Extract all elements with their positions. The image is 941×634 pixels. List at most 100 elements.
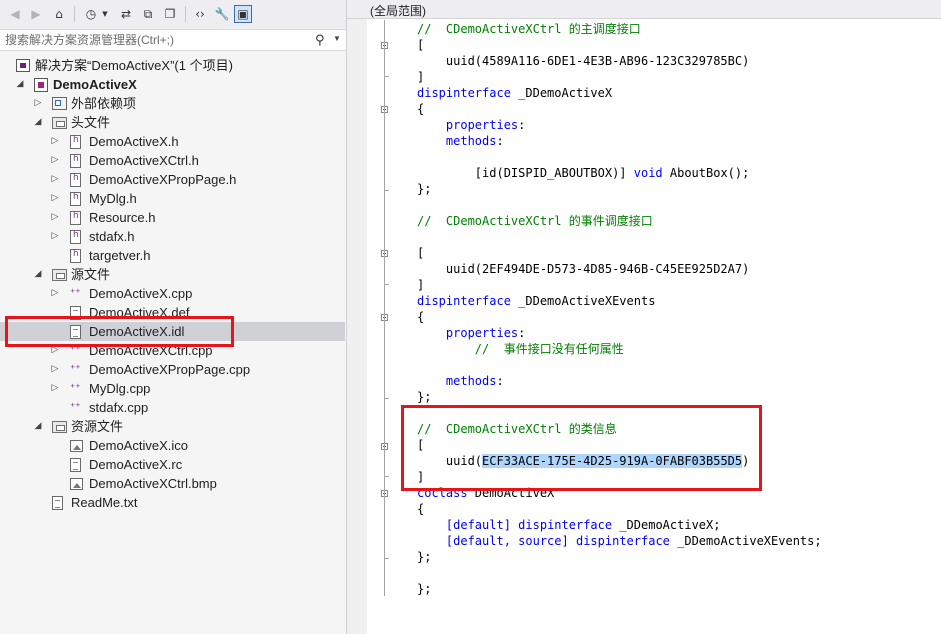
code-line[interactable]: [id(DISPID_ABOUTBOX)] void AboutBox(); (417, 165, 750, 181)
tree-item[interactable]: DemoActiveXCtrl.bmp (0, 474, 346, 493)
code-text: }; (417, 182, 432, 196)
code-text: _DDemoActiveXEvents; (669, 534, 822, 548)
code-line[interactable]: // CDemoActiveXCtrl 的事件调度接口 (417, 213, 653, 229)
code-line[interactable]: ] (417, 277, 424, 293)
code-line[interactable]: dispinterface _DDemoActiveXEvents (417, 293, 655, 309)
code-area[interactable]: // CDemoActiveXCtrl 的主调度接口 [ uuid(4589A11… (347, 0, 941, 634)
tree-item[interactable]: ▷ MyDlg.h (0, 189, 346, 208)
preview-selected-icon[interactable]: ▣ (234, 5, 252, 23)
home-icon[interactable]: ⌂ (50, 5, 68, 23)
explorer-search: ⚲ ▼ (0, 29, 346, 51)
forward-icon[interactable]: ▶ (27, 5, 45, 23)
code-line[interactable]: properties: (417, 117, 525, 133)
code-line[interactable]: // CDemoActiveXCtrl 的类信息 (417, 421, 617, 437)
code-line[interactable]: }; (417, 389, 431, 405)
selected-uuid-text: ECF33ACE-175E-4D25-919A-0FABF03B55D5 (482, 454, 743, 468)
properties-wrench-icon[interactable]: 🔧 (213, 5, 231, 23)
collapsed-arrow-icon[interactable]: ▷ (51, 136, 59, 147)
collapsed-arrow-icon[interactable]: ▷ (51, 231, 59, 242)
tree-item[interactable]: ▷ ⁺⁺ MyDlg.cpp (0, 379, 346, 398)
tree-item[interactable]: targetver.h (0, 246, 346, 265)
code-line[interactable]: properties: (417, 325, 525, 341)
collapse-all-icon[interactable]: ⧉ (139, 5, 157, 23)
collapsed-arrow-icon[interactable]: ▷ (51, 193, 59, 204)
collapsed-arrow-icon[interactable]: ▷ (34, 98, 42, 109)
chevron-down-icon[interactable]: ▼ (101, 5, 109, 23)
code-text: ] (417, 470, 425, 484)
code-line[interactable]: }; (417, 581, 431, 597)
search-icon[interactable]: ⚲ (315, 32, 325, 48)
tree-item[interactable]: 解决方案“DemoActiveX”(1 个项目) (0, 56, 346, 75)
code-line[interactable]: [default, source] dispinterface _DDemoAc… (417, 533, 822, 549)
tree-item[interactable]: ⁺⁺ stdafx.cpp (0, 398, 346, 417)
tree-item[interactable]: DemoActiveX.idl (0, 322, 345, 341)
tree-item[interactable]: ▷ DemoActiveX.h (0, 132, 346, 151)
code-line[interactable]: [ (417, 437, 424, 453)
expanded-arrow-icon[interactable]: ◢ (34, 421, 42, 432)
code-keyword: dispinterface (518, 518, 613, 532)
tree-item[interactable]: ▷ ⁺⁺ DemoActiveX.cpp (0, 284, 346, 303)
search-options-chevron-icon[interactable]: ▼ (333, 34, 341, 43)
tree-item[interactable]: DemoActiveX.rc (0, 455, 346, 474)
code-line[interactable]: uuid(2EF494DE-D573-4D85-946B-C45EE925D2A… (417, 261, 749, 277)
code-line[interactable]: { (417, 501, 424, 517)
code-text: uuid(2EF494DE-D573-4D85-946B-C45EE925D2A… (417, 262, 750, 276)
collapsed-arrow-icon[interactable]: ▷ (51, 345, 59, 356)
collapsed-arrow-icon[interactable]: ▷ (51, 383, 59, 394)
search-input[interactable] (5, 31, 305, 49)
back-icon[interactable]: ◀ (6, 5, 24, 23)
code-line[interactable]: }; (417, 181, 431, 197)
resource-file-icon (70, 458, 81, 472)
tree-item[interactable]: ◢ 头文件 (0, 113, 346, 132)
code-line[interactable]: { (417, 309, 424, 325)
code-keyword: properties (445, 326, 519, 340)
view-code-icon[interactable]: ‹› (191, 5, 209, 23)
expanded-arrow-icon[interactable]: ◢ (34, 117, 42, 128)
sync-icon[interactable]: ⇄ (117, 5, 135, 23)
code-line[interactable]: coclass DemoActiveX (417, 485, 554, 501)
code-line[interactable]: uuid(4589A116-6DE1-4E3B-AB96-123C329785B… (417, 53, 749, 69)
code-line[interactable]: [ (417, 245, 424, 261)
code-line[interactable]: methods: (417, 133, 504, 149)
tree-item[interactable]: ▷ stdafx.h (0, 227, 346, 246)
tree-item[interactable]: ▷ DemoActiveXPropPage.h (0, 170, 346, 189)
collapsed-arrow-icon[interactable]: ▷ (51, 212, 59, 223)
collapsed-arrow-icon[interactable]: ▷ (51, 288, 59, 299)
tree-item[interactable]: ◢ 资源文件 (0, 417, 346, 436)
header-file-icon (70, 230, 81, 244)
tree-item[interactable]: ▷ Resource.h (0, 208, 346, 227)
code-line[interactable]: }; (417, 549, 431, 565)
collapsed-arrow-icon[interactable]: ▷ (51, 364, 59, 375)
code-line[interactable]: methods: (417, 373, 504, 389)
tree-item[interactable]: DemoActiveX.ico (0, 436, 346, 455)
tree-item-label: DemoActiveX.cpp (89, 286, 193, 301)
expanded-arrow-icon[interactable]: ◢ (34, 269, 42, 280)
code-line[interactable]: { (417, 101, 424, 117)
tree-item[interactable]: DemoActiveX.def (0, 303, 346, 322)
code-line[interactable]: ] (417, 69, 424, 85)
code-line[interactable]: uuid(ECF33ACE-175E-4D25-919A-0FABF03B55D… (417, 453, 749, 469)
code-line[interactable]: // CDemoActiveXCtrl 的主调度接口 (417, 21, 641, 37)
tree-item[interactable]: ▷ 外部依赖项 (0, 94, 346, 113)
code-text: [ (417, 38, 425, 52)
code-text: _DDemoActiveX (510, 86, 613, 100)
tree-item[interactable]: ▷ ⁺⁺ DemoActiveXCtrl.cpp (0, 341, 346, 360)
tree-item[interactable]: ▷ ⁺⁺ DemoActiveXPropPage.cpp (0, 360, 346, 379)
tree-item[interactable]: ◢ 源文件 (0, 265, 346, 284)
code-line[interactable]: [ (417, 37, 424, 53)
show-all-files-icon[interactable]: ❐ (161, 5, 179, 23)
tree-item[interactable]: ◢ DemoActiveX (0, 75, 346, 94)
collapsed-arrow-icon[interactable]: ▷ (51, 174, 59, 185)
code-line[interactable]: ] (417, 469, 424, 485)
tree-item[interactable]: ▷ DemoActiveXCtrl.h (0, 151, 346, 170)
collapsed-arrow-icon[interactable]: ▷ (51, 155, 59, 166)
code-line[interactable]: // 事件接口没有任何属性 (417, 341, 624, 357)
code-line[interactable]: dispinterface _DDemoActiveX (417, 85, 612, 101)
code-line[interactable]: [default] dispinterface _DDemoActiveX; (417, 517, 721, 533)
expanded-arrow-icon[interactable]: ◢ (16, 79, 24, 90)
history-icon[interactable]: ◷ (82, 5, 100, 23)
solution-explorer: ◀ ▶ ⌂ ◷ ▼ ⇄ ⧉ ❐ ‹› 🔧 ▣ ⚲ ▼ 解决方案“DemoActi… (0, 0, 347, 634)
tree-item[interactable]: ReadMe.txt (0, 493, 346, 512)
